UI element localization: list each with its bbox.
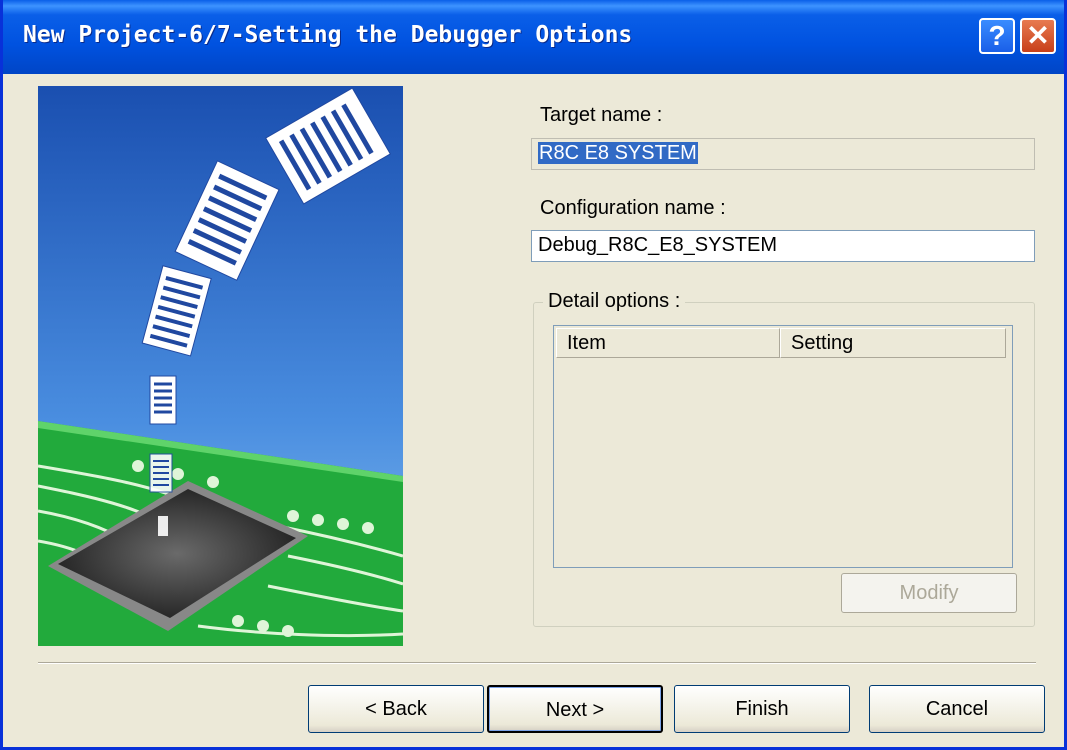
separator xyxy=(38,662,1036,664)
close-button[interactable]: ✕ xyxy=(1020,18,1056,54)
detail-options-label: Detail options : xyxy=(543,290,686,313)
dialog-window: New Project-6/7-Setting the Debugger Opt… xyxy=(0,0,1067,750)
window-title: New Project-6/7-Setting the Debugger Opt… xyxy=(23,22,633,48)
finish-button[interactable]: Finish xyxy=(674,685,850,733)
help-button[interactable]: ? xyxy=(979,18,1015,54)
target-name-label: Target name : xyxy=(540,104,663,126)
cancel-button[interactable]: Cancel xyxy=(869,685,1045,733)
detail-options-list[interactable]: Item Setting xyxy=(553,325,1013,568)
chip-download-icon xyxy=(38,86,403,646)
target-name-value: R8C E8 SYSTEM xyxy=(538,142,698,164)
title-bar[interactable]: New Project-6/7-Setting the Debugger Opt… xyxy=(3,0,1064,74)
wizard-illustration xyxy=(38,86,403,646)
target-name-field[interactable]: R8C E8 SYSTEM xyxy=(531,138,1035,170)
column-header-item[interactable]: Item xyxy=(556,328,780,358)
configuration-name-label: Configuration name : xyxy=(540,197,726,219)
configuration-name-input[interactable]: Debug_R8C_E8_SYSTEM xyxy=(531,230,1035,262)
next-button[interactable]: Next > xyxy=(487,685,663,733)
close-icon: ✕ xyxy=(1026,20,1050,51)
help-icon: ? xyxy=(988,20,1006,51)
modify-button[interactable]: Modify xyxy=(841,573,1017,613)
column-header-setting[interactable]: Setting xyxy=(780,328,1006,358)
back-button[interactable]: < Back xyxy=(308,685,484,733)
